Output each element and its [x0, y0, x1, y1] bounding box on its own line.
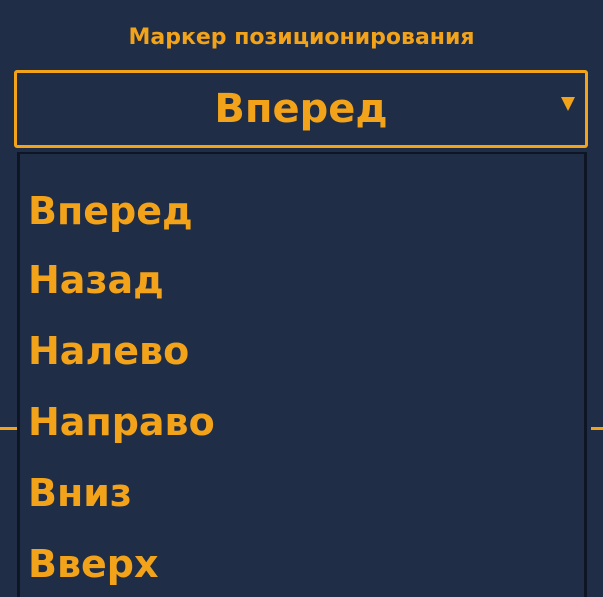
option-left[interactable]: Налево [28, 320, 189, 382]
option-back[interactable]: Назад [28, 249, 164, 311]
option-right[interactable]: Направо [28, 391, 215, 453]
option-down[interactable]: Вниз [28, 462, 132, 524]
option-forward[interactable]: Вперед [28, 180, 193, 242]
triangle-down-icon[interactable] [561, 97, 575, 111]
positioning-marker-panel: Маркер позиционирования Вперед Вперед На… [0, 0, 603, 597]
dropdown-list: Вперед Назад Налево Направо Вниз Вверх [17, 152, 587, 597]
selected-value: Вперед [214, 86, 388, 132]
left-divider-tick [0, 427, 18, 430]
positioning-marker-select[interactable]: Вперед [14, 70, 588, 148]
panel-title: Маркер позиционирования [128, 25, 475, 50]
right-divider-tick [591, 427, 603, 430]
option-up[interactable]: Вверх [28, 533, 159, 595]
